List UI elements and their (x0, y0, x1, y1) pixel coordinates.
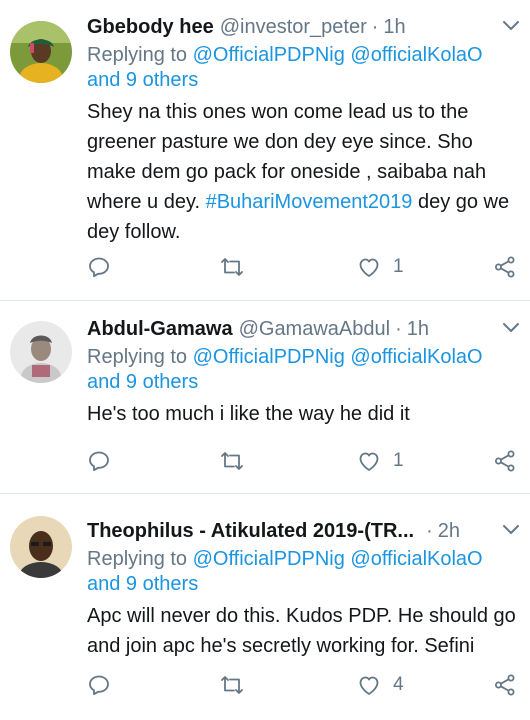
retweet-icon (220, 449, 244, 473)
timestamp[interactable]: 1h (383, 15, 405, 39)
replying-to-label: Replying to (87, 346, 193, 368)
like-button[interactable]: 4 (357, 671, 404, 699)
replying-to: Replying to @OfficialPDPNig @officialKol… (87, 345, 520, 395)
like-button[interactable]: 1 (357, 253, 404, 281)
separator-dot: · (426, 520, 433, 542)
timestamp[interactable]: 1h (407, 317, 429, 341)
hashtag-link[interactable]: #BuhariMovement2019 (206, 191, 413, 213)
retweet-icon (220, 673, 244, 697)
tweet-actions: 1 (87, 447, 517, 475)
timestamp[interactable]: 2h (438, 519, 460, 543)
reply-icon (87, 255, 111, 279)
others-link[interactable]: and 9 others (87, 69, 198, 91)
avatar[interactable] (10, 321, 72, 383)
retweet-button[interactable] (220, 447, 244, 475)
separator-dot: · (395, 318, 402, 340)
share-icon (493, 449, 517, 473)
mention-link[interactable]: @officialKolaO (350, 548, 482, 570)
separator-dot: · (371, 16, 379, 38)
tweet[interactable]: Gbebody hee @investor_peter · 1h Replyin… (0, 0, 530, 301)
author-name[interactable]: Abdul-Gamawa (87, 317, 233, 341)
tweet[interactable]: Theophilus - Atikulated 2019-(TR... · 2h… (0, 494, 530, 720)
avatar[interactable] (10, 21, 72, 83)
caret-down-icon[interactable] (502, 523, 520, 537)
mention-link[interactable]: @officialKolaO (350, 346, 482, 368)
tweet-text: Apc will never do this. Kudos PDP. He sh… (87, 605, 516, 657)
tweet-actions: 4 (87, 671, 517, 699)
share-icon (493, 673, 517, 697)
like-count: 1 (393, 450, 404, 471)
others-link[interactable]: and 9 others (87, 371, 198, 393)
reply-icon (87, 673, 111, 697)
mention-link[interactable]: @OfficialPDPNig (193, 548, 345, 570)
others-link[interactable]: and 9 others (87, 573, 198, 595)
like-count: 4 (393, 674, 404, 695)
author-name[interactable]: Theophilus - Atikulated 2019-(TR... (87, 519, 414, 543)
like-icon (357, 255, 381, 279)
tweet-text: Shey na this ones won come lead us to th… (87, 97, 520, 247)
author-handle[interactable]: @investor_peter (220, 15, 367, 39)
share-icon (493, 255, 517, 279)
retweet-button[interactable] (220, 671, 244, 699)
like-icon (357, 449, 381, 473)
author-handle[interactable]: @GamawaAbdul (239, 317, 390, 341)
reply-button[interactable] (87, 253, 111, 281)
author-name[interactable]: Gbebody hee (87, 15, 214, 39)
like-button[interactable]: 1 (357, 447, 404, 475)
mention-link[interactable]: @OfficialPDPNig (193, 44, 345, 66)
caret-down-icon[interactable] (502, 321, 520, 335)
share-button[interactable] (493, 447, 517, 475)
avatar[interactable] (10, 516, 72, 578)
reply-button[interactable] (87, 671, 111, 699)
mention-link[interactable]: @officialKolaO (350, 44, 482, 66)
reply-icon (87, 449, 111, 473)
retweet-button[interactable] (220, 253, 244, 281)
replying-to: Replying to @OfficialPDPNig @officialKol… (87, 547, 520, 597)
caret-down-icon[interactable] (502, 19, 520, 33)
tweet[interactable]: Abdul-Gamawa @GamawaAbdul · 1h Replying … (0, 301, 530, 494)
replying-to-label: Replying to (87, 548, 193, 570)
tweet-actions: 1 (87, 253, 517, 281)
tweet-text: He's too much i like the way he did it (87, 403, 410, 425)
like-count: 1 (393, 256, 404, 277)
like-icon (357, 673, 381, 697)
reply-button[interactable] (87, 447, 111, 475)
replying-to: Replying to @OfficialPDPNig @officialKol… (87, 43, 520, 93)
share-button[interactable] (493, 253, 517, 281)
retweet-icon (220, 255, 244, 279)
replying-to-label: Replying to (87, 44, 193, 66)
mention-link[interactable]: @OfficialPDPNig (193, 346, 345, 368)
share-button[interactable] (493, 671, 517, 699)
